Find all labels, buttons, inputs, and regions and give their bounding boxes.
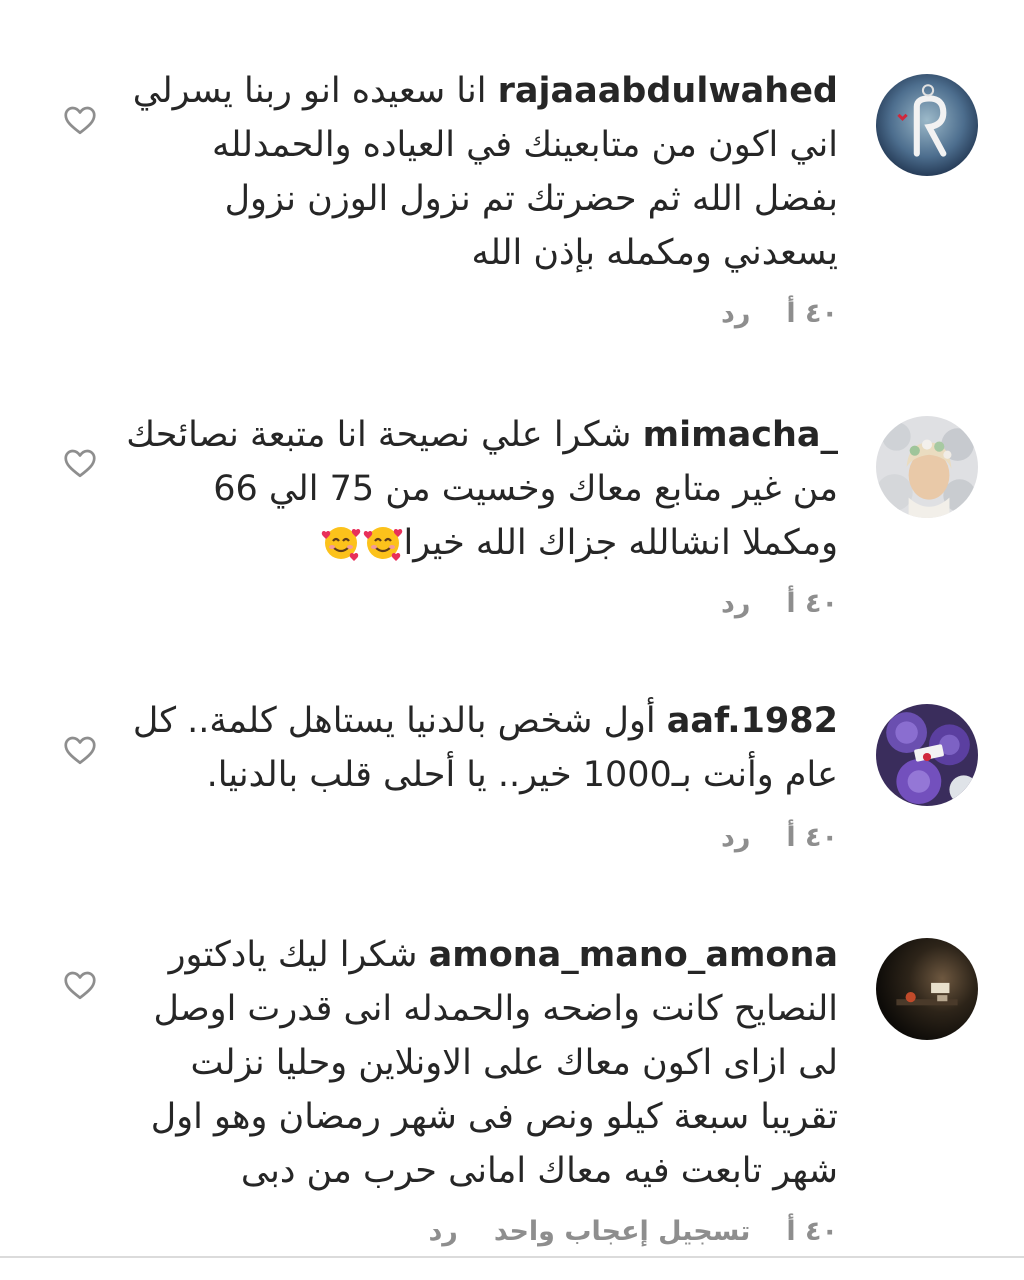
comment-line: يسعدني ومكمله بإذن الله	[471, 233, 838, 273]
comment-text: amona_mano_amona شكرا ليك يادكتور النصاي…	[118, 928, 838, 1198]
like-button[interactable]	[62, 967, 98, 1003]
heart-icon	[64, 106, 96, 135]
comment-meta: ٤٠ أ رد	[721, 822, 838, 853]
comment-meta: ٤٠ أ تسجيل إعجاب واحد رد	[428, 1216, 838, 1247]
divider	[0, 1256, 1024, 1258]
comment-line: تقريبا سبعة كيلو ونص فى شهر رمضان وهو او…	[150, 1097, 838, 1137]
comment-text: aaf.1982 أول شخص بالدنيا يستاهل كلمة.. ك…	[118, 694, 838, 802]
purple-roses-avatar-icon	[876, 704, 978, 806]
comment-username[interactable]: mimacha_	[643, 415, 838, 455]
smiling-face-with-hearts-icon	[321, 527, 360, 561]
comment-time: ٤٠ أ	[786, 822, 838, 853]
comment-username[interactable]: aaf.1982	[667, 701, 838, 741]
likes-count[interactable]: تسجيل إعجاب واحد	[494, 1216, 751, 1247]
comment-line: شهر تابعت فيه معاك امانى حرب من دبى	[240, 1151, 838, 1191]
reply-button[interactable]: رد	[721, 822, 750, 853]
comment-meta: ٤٠ أ رد	[721, 588, 838, 619]
like-button[interactable]	[62, 102, 98, 138]
dark-room-avatar-icon	[876, 938, 978, 1040]
comment-line: النصايح كانت واضحه والحمدله انى قدرت اوص…	[153, 989, 838, 1029]
avatar[interactable]	[876, 74, 978, 176]
heart-icon	[64, 971, 96, 1000]
reply-button[interactable]: رد	[721, 588, 750, 619]
like-button[interactable]	[62, 732, 98, 768]
comment-line: بفضل الله ثم حضرتك تم نزول الوزن نزول	[224, 179, 838, 219]
avatar[interactable]	[876, 938, 978, 1040]
flower-crown-avatar-icon	[876, 416, 978, 518]
comment-line: ومكملا انشالله جزاك الله خيرا	[403, 523, 838, 563]
comment-line: عام وأنت بـ1000 خير.. يا أحلى قلب بالدني…	[206, 755, 838, 795]
comment-meta: ٤٠ أ رد	[721, 298, 838, 329]
comment-time: ٤٠ أ	[786, 1216, 838, 1247]
comment-line: من غير متابع معاك وخسيت من 75 الي 66	[213, 469, 838, 509]
heart-icon	[64, 736, 96, 765]
comment-line: انا سعيده انو ربنا يسرلي	[132, 71, 487, 111]
reply-button[interactable]: رد	[428, 1216, 457, 1247]
comment-line: شكرا ليك يادكتور	[168, 935, 418, 975]
comment-text: rajaaabdulwahed انا سعيده انو ربنا يسرلي…	[118, 64, 838, 280]
comment-line: شكرا علي نصيحة انا متبعة نصائحك	[126, 415, 632, 455]
heart-icon	[64, 449, 96, 478]
comment-text: mimacha_ شكرا علي نصيحة انا متبعة نصائحك…	[118, 408, 838, 570]
avatar[interactable]	[876, 416, 978, 518]
comment-line: اني اكون من متابعينك في العياده والحمدلل…	[211, 125, 838, 165]
avatar[interactable]	[876, 704, 978, 806]
comment-username[interactable]: amona_mano_amona	[429, 935, 838, 975]
reply-button[interactable]: رد	[721, 298, 750, 329]
like-button[interactable]	[62, 445, 98, 481]
letter-r-avatar-icon	[876, 74, 978, 176]
comment-line: أول شخص بالدنيا يستاهل كلمة.. كل	[132, 701, 656, 741]
comment-time: ٤٠ أ	[786, 298, 838, 329]
comment-username[interactable]: rajaaabdulwahed	[498, 71, 838, 111]
smiling-face-with-hearts-icon	[363, 527, 402, 561]
comment-time: ٤٠ أ	[786, 588, 838, 619]
comment-line: لى ازاى اكون معاك على الاونلاين وحليا نز…	[190, 1043, 838, 1083]
